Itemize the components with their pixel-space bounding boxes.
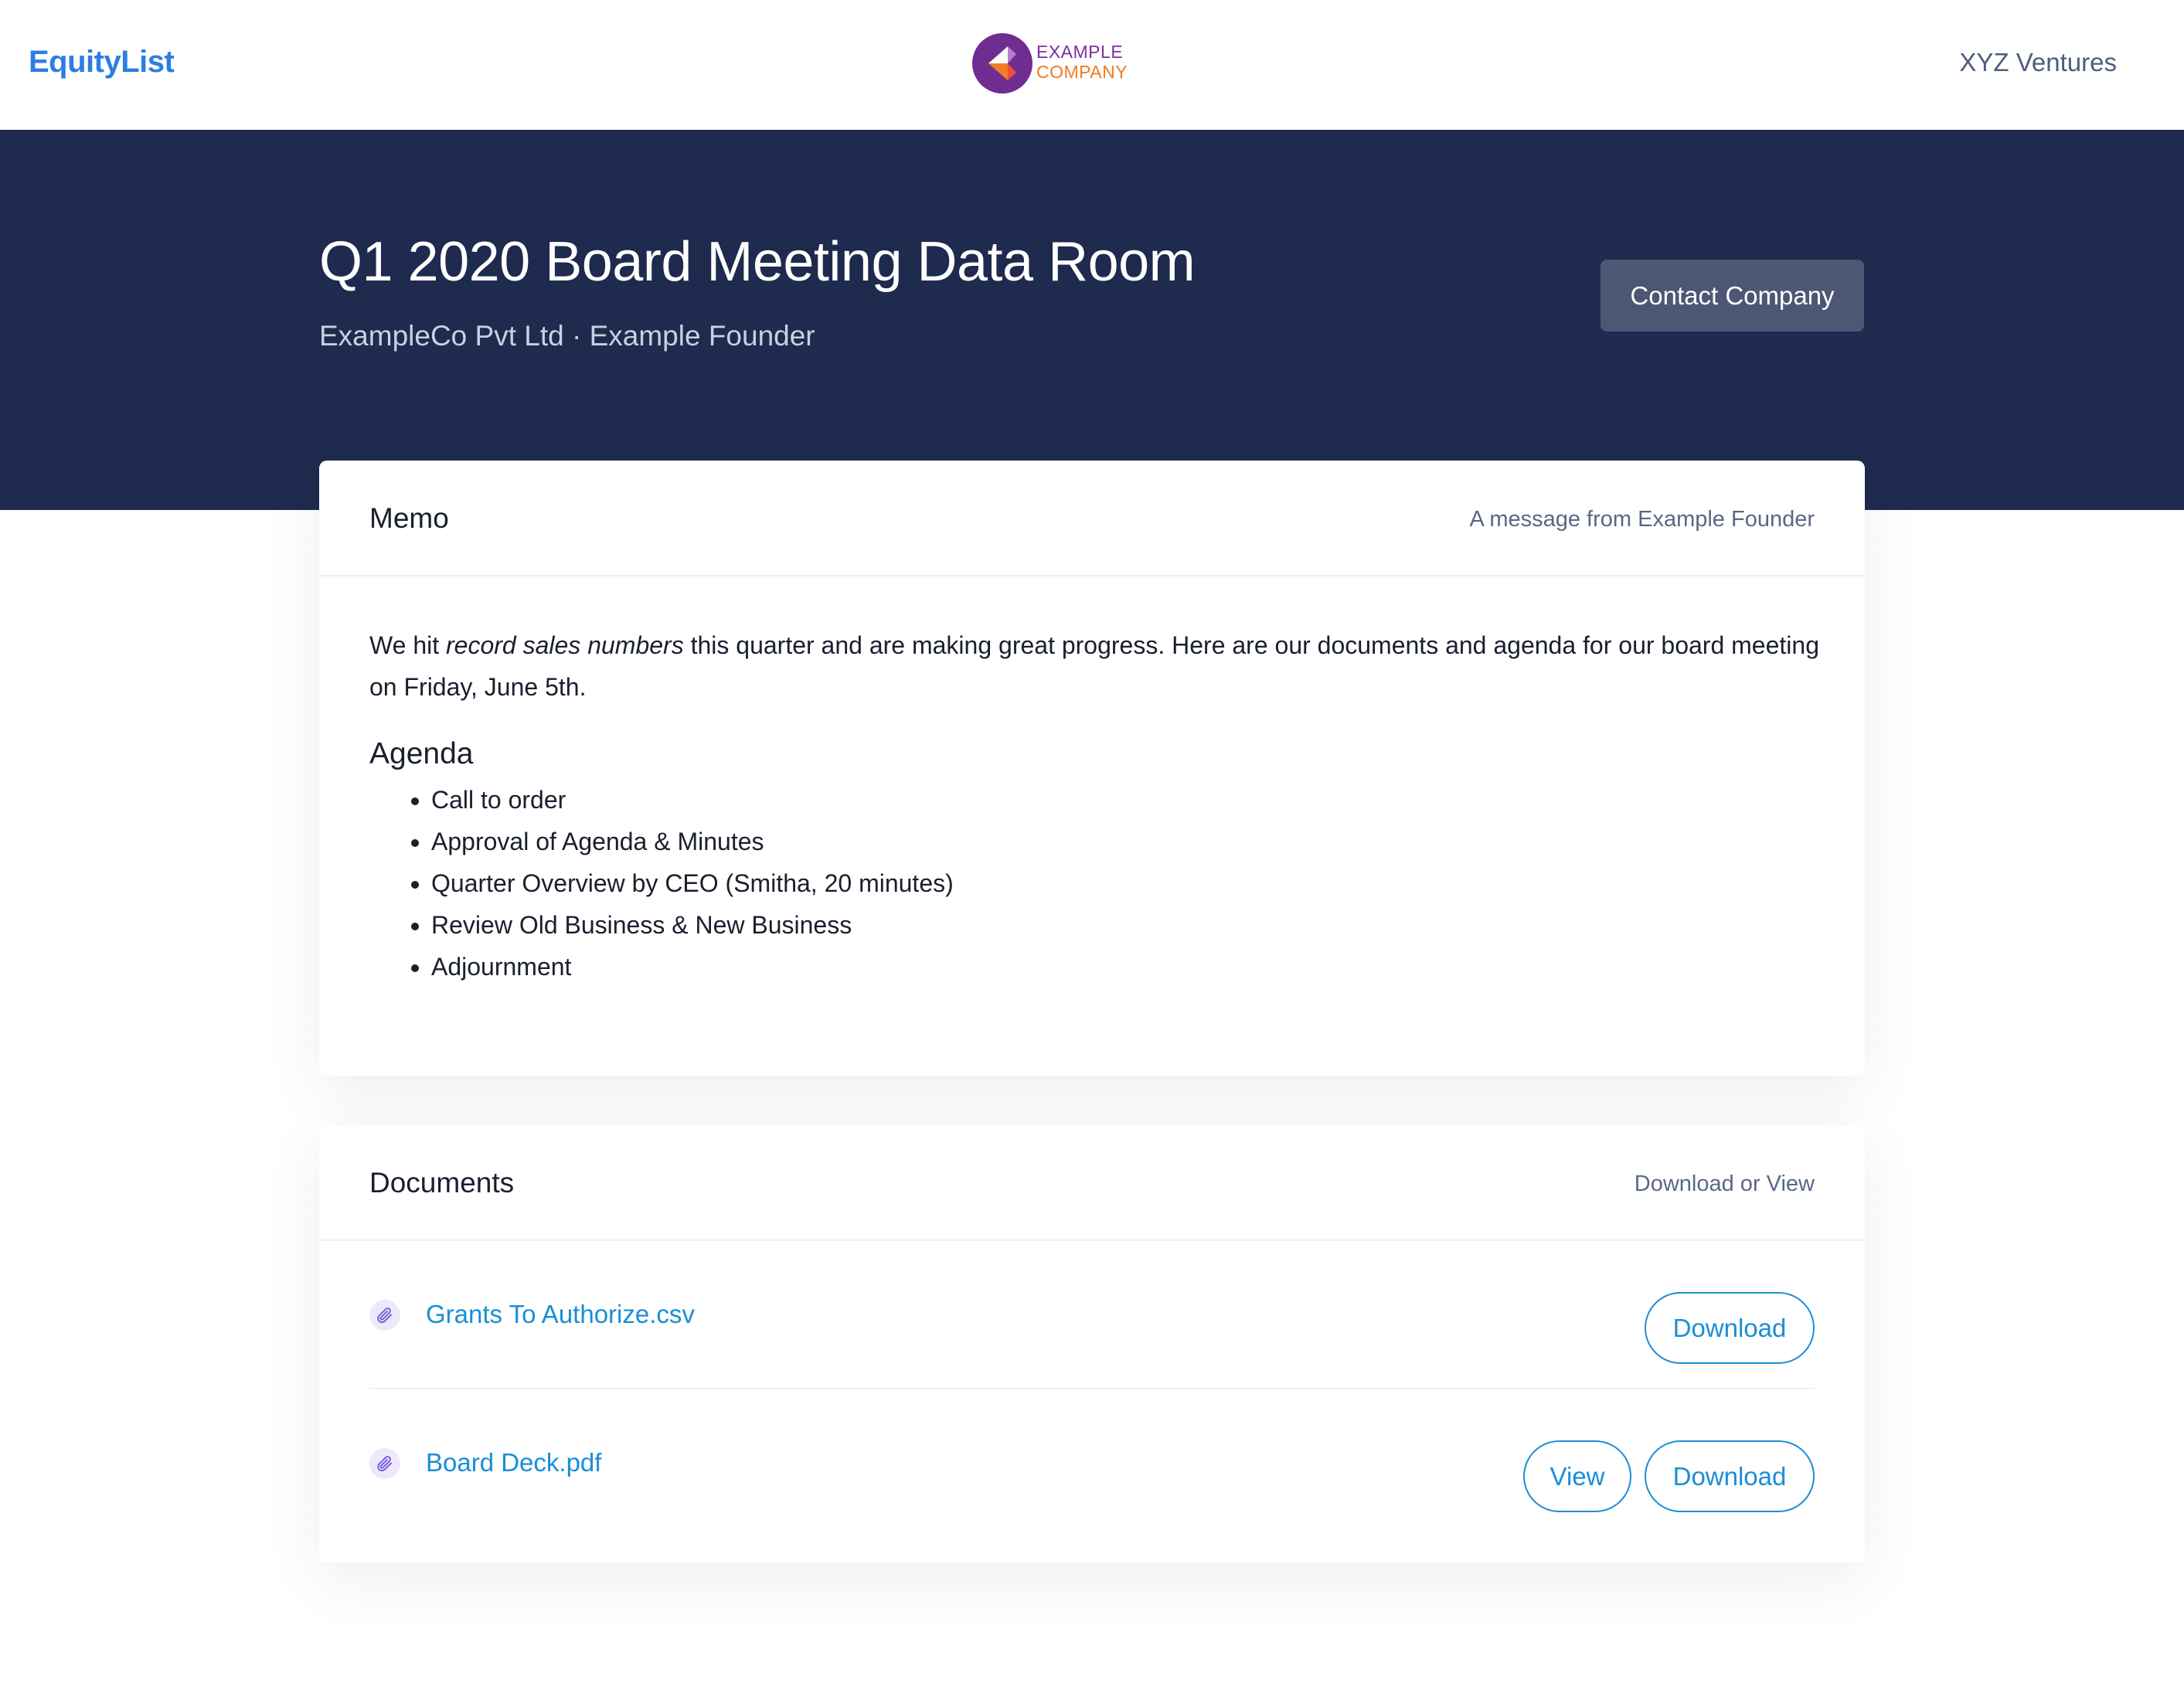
- memo-paragraph: We hit record sales numbers this quarter…: [369, 624, 1822, 708]
- document-link[interactable]: Board Deck.pdf: [426, 1448, 601, 1477]
- document-link[interactable]: Grants To Authorize.csv: [426, 1300, 695, 1329]
- memo-note: A message from Example Founder: [1469, 507, 1815, 532]
- memo-text-emphasis: record sales numbers: [446, 631, 684, 659]
- page-subtitle: ExampleCo Pvt Ltd · Example Founder: [319, 320, 815, 352]
- agenda-heading: Agenda: [369, 737, 474, 770]
- memo-title: Memo: [369, 502, 449, 534]
- company-logo: EXAMPLE COMPANY: [971, 32, 1141, 97]
- paperclip-icon: [369, 1448, 400, 1479]
- download-button[interactable]: Download: [1645, 1440, 1815, 1512]
- documents-title: Documents: [369, 1167, 515, 1198]
- agenda-item: Adjournment: [431, 946, 1822, 988]
- memo-header: Memo A message from Example Founder: [319, 461, 1865, 576]
- memo-card: Memo A message from Example Founder We h…: [319, 461, 1865, 1076]
- documents-card: Documents Download or View Grants To Aut…: [319, 1125, 1865, 1562]
- memo-body: We hit record sales numbers this quarter…: [369, 624, 1822, 988]
- company-logo-text-top: EXAMPLE: [1036, 42, 1124, 62]
- agenda-item: Review Old Business & New Business: [431, 904, 1822, 946]
- document-row: Board Deck.pdf View Download: [369, 1389, 1815, 1538]
- view-button[interactable]: View: [1523, 1440, 1631, 1512]
- download-button[interactable]: Download: [1645, 1292, 1815, 1364]
- agenda-list: Call to order Approval of Agenda & Minut…: [369, 779, 1822, 988]
- documents-header: Documents Download or View: [319, 1125, 1865, 1241]
- contact-company-button[interactable]: Contact Company: [1601, 260, 1864, 332]
- top-nav: EquityList EXAMPLE COMPANY XYZ Ventures: [0, 0, 2184, 130]
- equitylist-logo[interactable]: EquityList: [29, 45, 175, 80]
- hero-banner: Q1 2020 Board Meeting Data Room ExampleC…: [0, 130, 2184, 510]
- agenda-item: Quarter Overview by CEO (Smitha, 20 minu…: [431, 862, 1822, 904]
- investor-name[interactable]: XYZ Ventures: [1959, 48, 2117, 77]
- document-row: Grants To Authorize.csv Download: [369, 1241, 1815, 1389]
- documents-note: Download or View: [1634, 1171, 1815, 1196]
- page-title: Q1 2020 Board Meeting Data Room: [319, 231, 1196, 293]
- agenda-item: Call to order: [431, 779, 1822, 821]
- memo-text-start: We hit: [369, 631, 446, 659]
- paperclip-icon: [369, 1300, 400, 1331]
- agenda-item: Approval of Agenda & Minutes: [431, 821, 1822, 862]
- company-logo-text-bottom: COMPANY: [1036, 62, 1128, 82]
- company-logo-mark-icon: [972, 33, 1032, 94]
